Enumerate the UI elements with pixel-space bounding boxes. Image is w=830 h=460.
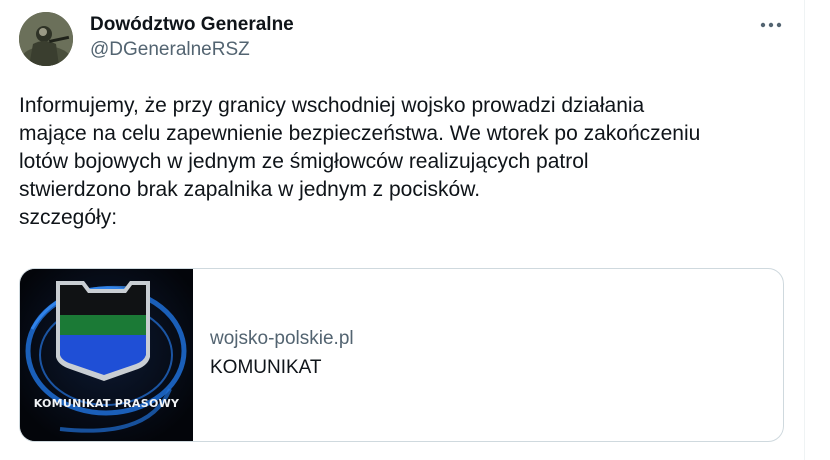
tweet-text-line: lotów bojowych w jednym ze śmigłowców re… [19, 150, 589, 173]
link-card-title: KOMUNIKAT [210, 357, 322, 378]
tweet-text-line: szczegóły: [19, 206, 118, 229]
tweet-text: Informujemy, że przy granicy wschodniej … [19, 92, 794, 232]
link-card-body[interactable]: wojsko-polskie.pl KOMUNIKAT [210, 327, 354, 380]
link-card-thumbnail[interactable]: KOMUNIKAT PRASOWY [20, 269, 193, 441]
tweet-text-line: stwierdzono brak zapalnika w jednym z po… [19, 178, 481, 201]
press-release-image [20, 269, 193, 441]
badge-emblem [56, 281, 150, 381]
soldier-avatar-icon[interactable] [19, 12, 73, 66]
tweet-container: Dowództwo Generalne @DGeneralneRSZ Infor… [0, 0, 805, 460]
tweet-text-line: Informujemy, że przy granicy wschodniej … [19, 94, 645, 117]
author-display-name[interactable]: Dowództwo Generalne [90, 14, 294, 36]
author-handle[interactable]: @DGeneralneRSZ [90, 37, 294, 63]
link-card-domain: wojsko-polskie.pl [210, 328, 354, 349]
more-options-button[interactable] [756, 12, 786, 38]
thumbnail-caption: KOMUNIKAT PRASOWY [33, 397, 180, 410]
tweet-text-line: mające na celu zapewnienie bezpieczeństw… [19, 122, 701, 145]
author-block: Dowództwo Generalne @DGeneralneRSZ [90, 14, 294, 63]
more-options-icon [760, 22, 782, 28]
link-card[interactable]: KOMUNIKAT PRASOWY wojsko-polskie.pl KOMU… [19, 268, 784, 442]
